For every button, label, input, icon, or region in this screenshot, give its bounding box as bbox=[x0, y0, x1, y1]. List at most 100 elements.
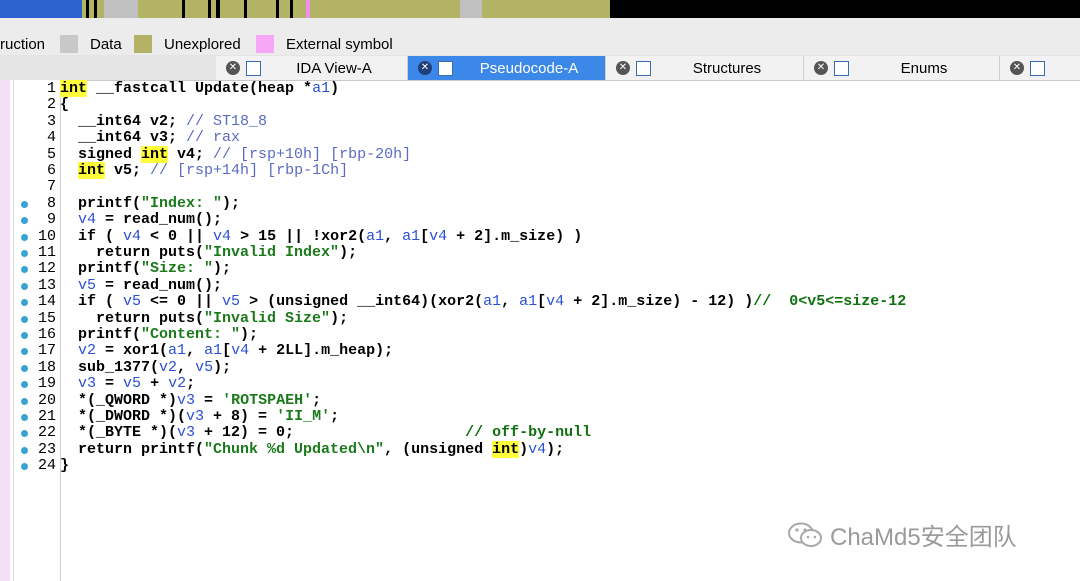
code-line[interactable]: 1 int __fastcall Update(heap *a1) bbox=[0, 80, 1080, 97]
code-line[interactable]: 11 return puts("Invalid Index"); bbox=[0, 244, 1080, 261]
code-token: { bbox=[60, 96, 70, 114]
code-token: ); bbox=[213, 260, 232, 278]
code-token: ); bbox=[213, 358, 232, 376]
code-token: v4 bbox=[213, 227, 232, 245]
code-text[interactable]: *(_BYTE *)(v3 + 12) = 0; // off-by-null bbox=[60, 425, 591, 441]
code-token: // [rsp+14h] [rbp-1Ch] bbox=[150, 162, 349, 179]
code-line[interactable]: 9 v4 = read_num(); bbox=[0, 211, 1080, 228]
code-text[interactable]: printf("Index: "); bbox=[60, 195, 240, 212]
code-text[interactable]: return puts("Invalid Index"); bbox=[60, 244, 357, 261]
code-token: return puts( bbox=[60, 244, 205, 261]
code-text[interactable]: return printf("Chunk %d Updated\n", (uns… bbox=[60, 440, 565, 458]
code-line[interactable]: 4 __int64 v3; // rax bbox=[0, 129, 1080, 146]
code-line[interactable]: 13 v5 = read_num(); bbox=[0, 276, 1080, 294]
code-text[interactable]: int v5; // [rsp+14h] [rbp-1Ch] bbox=[60, 162, 349, 179]
line-number: 5 bbox=[46, 145, 56, 163]
code-text[interactable]: __int64 v3; // rax bbox=[60, 129, 240, 146]
nav-seg bbox=[276, 0, 279, 18]
code-line[interactable]: 24} bbox=[0, 457, 1080, 475]
code-text[interactable]: { bbox=[60, 97, 69, 113]
code-text[interactable]: if ( v5 <= 0 || v5 > (unsigned __int64)(… bbox=[60, 293, 907, 311]
tab-structures[interactable]: ✕ Structures bbox=[606, 56, 804, 80]
code-token: v2 bbox=[159, 358, 178, 376]
code-token: ); bbox=[546, 440, 565, 458]
code-text[interactable]: } bbox=[60, 457, 69, 474]
code-token: v3 bbox=[177, 424, 196, 442]
code-line[interactable]: 5 signed int v4; // [rsp+10h] [rbp-20h] bbox=[0, 145, 1080, 163]
code-line[interactable]: 6 int v5; // [rsp+14h] [rbp-1Ch] bbox=[0, 162, 1080, 179]
code-line[interactable]: 7 bbox=[0, 178, 1080, 195]
code-text[interactable]: signed int v4; // [rsp+10h] [rbp-20h] bbox=[60, 145, 411, 163]
close-icon[interactable]: ✕ bbox=[814, 61, 828, 75]
watermark: ChaMd5安全团队 bbox=[788, 517, 1017, 552]
code-token: 'ROTSPAEH' bbox=[222, 391, 313, 409]
code-text[interactable]: *(_QWORD *)v3 = 'ROTSPAEH'; bbox=[60, 391, 321, 409]
code-token: , bbox=[384, 227, 403, 245]
code-token: int bbox=[60, 80, 88, 97]
nav-seg bbox=[310, 0, 460, 18]
tab-enums[interactable]: ✕ Enums bbox=[804, 56, 1000, 80]
line-number: 24 bbox=[37, 457, 56, 475]
close-icon[interactable]: ✕ bbox=[418, 61, 432, 75]
tab-icon bbox=[1030, 60, 1045, 76]
code-text[interactable]: return puts("Invalid Size"); bbox=[60, 310, 348, 327]
code-text[interactable]: printf("Size: "); bbox=[60, 261, 231, 277]
line-number: 11 bbox=[37, 244, 56, 261]
tab-label: Structures bbox=[692, 59, 762, 77]
nav-seg bbox=[216, 0, 220, 18]
code-text[interactable]: v4 = read_num(); bbox=[60, 211, 222, 228]
code-line[interactable]: 12 printf("Size: "); bbox=[0, 260, 1080, 277]
tab-pseudocode-a[interactable]: ✕ Pseudocode-A bbox=[408, 56, 606, 80]
code-text[interactable]: __int64 v2; // ST18_8 bbox=[60, 112, 267, 130]
tab-ida-view-a[interactable]: ✕ IDA View-A bbox=[216, 56, 408, 80]
code-line[interactable]: 2{ bbox=[0, 96, 1080, 113]
code-text[interactable]: int __fastcall Update(heap *a1) bbox=[60, 80, 339, 97]
code-token: , bbox=[501, 293, 520, 311]
code-token: + 8) = bbox=[204, 408, 277, 425]
code-line[interactable]: 21 *(_DWORD *)(v3 + 8) = 'II_M'; bbox=[0, 408, 1080, 425]
navigation-band[interactable] bbox=[0, 0, 1080, 18]
code-text[interactable]: v5 = read_num(); bbox=[60, 277, 222, 294]
code-line[interactable]: 20 *(_QWORD *)v3 = 'ROTSPAEH'; bbox=[0, 391, 1080, 409]
code-token: < 0 || bbox=[141, 227, 214, 245]
code-line[interactable]: 18 sub_1377(v2, v5); bbox=[0, 358, 1080, 376]
code-token: signed bbox=[60, 145, 142, 163]
code-token: v3 bbox=[177, 391, 196, 409]
line-number: 18 bbox=[37, 358, 56, 376]
close-icon[interactable]: ✕ bbox=[226, 61, 240, 75]
code-token: v2 bbox=[78, 342, 97, 360]
code-line[interactable]: 15 return puts("Invalid Size"); bbox=[0, 309, 1080, 327]
close-icon[interactable]: ✕ bbox=[1010, 61, 1024, 75]
code-token: int bbox=[78, 162, 106, 179]
code-line[interactable]: 23 return printf("Chunk %d Updated\n", (… bbox=[0, 440, 1080, 458]
code-text[interactable]: v2 = xor1(a1, a1[v4 + 2LL].m_heap); bbox=[60, 343, 393, 359]
code-line[interactable]: 3 __int64 v2; // ST18_8 bbox=[0, 112, 1080, 130]
tab-label: IDA View-A bbox=[296, 59, 372, 77]
code-line[interactable]: 8 printf("Index: "); bbox=[0, 195, 1080, 212]
tab-label: Pseudocode-A bbox=[479, 59, 579, 77]
code-text[interactable]: if ( v4 < 0 || v4 > 15 || !xor2(a1, a1[v… bbox=[60, 227, 582, 245]
code-token: = bbox=[96, 375, 124, 393]
line-number: 21 bbox=[37, 408, 56, 425]
code-token: __int64 v2; bbox=[60, 112, 187, 130]
code-line[interactable]: 19 v3 = v5 + v2; bbox=[0, 375, 1080, 393]
code-token: // 0<v5<=size-12 bbox=[753, 293, 907, 311]
line-number: 15 bbox=[37, 309, 56, 327]
code-token: "Invalid Index" bbox=[204, 244, 340, 261]
code-line[interactable]: 14 if ( v5 <= 0 || v5 > (unsigned __int6… bbox=[0, 293, 1080, 311]
tab-overflow[interactable]: ✕ bbox=[1000, 56, 1080, 80]
code-text[interactable]: printf("Content: "); bbox=[60, 326, 258, 343]
code-line[interactable]: 22 *(_BYTE *)(v3 + 12) = 0; // off-by-nu… bbox=[0, 424, 1080, 442]
line-number: 13 bbox=[37, 276, 56, 294]
line-number: 22 bbox=[37, 424, 56, 442]
code-text[interactable]: sub_1377(v2, v5); bbox=[60, 358, 232, 376]
code-line[interactable]: 10 if ( v4 < 0 || v4 > 15 || !xor2(a1, a… bbox=[0, 227, 1080, 245]
code-text[interactable]: *(_DWORD *)(v3 + 8) = 'II_M'; bbox=[60, 408, 339, 425]
code-text[interactable]: v3 = v5 + v2; bbox=[60, 375, 195, 393]
code-token: > 15 || !xor2( bbox=[231, 227, 367, 245]
code-token: [ bbox=[537, 293, 547, 311]
code-line[interactable]: 17 v2 = xor1(a1, a1[v4 + 2LL].m_heap); bbox=[0, 342, 1080, 359]
code-line[interactable]: 16 printf("Content: "); bbox=[0, 326, 1080, 343]
close-icon[interactable]: ✕ bbox=[616, 61, 630, 75]
